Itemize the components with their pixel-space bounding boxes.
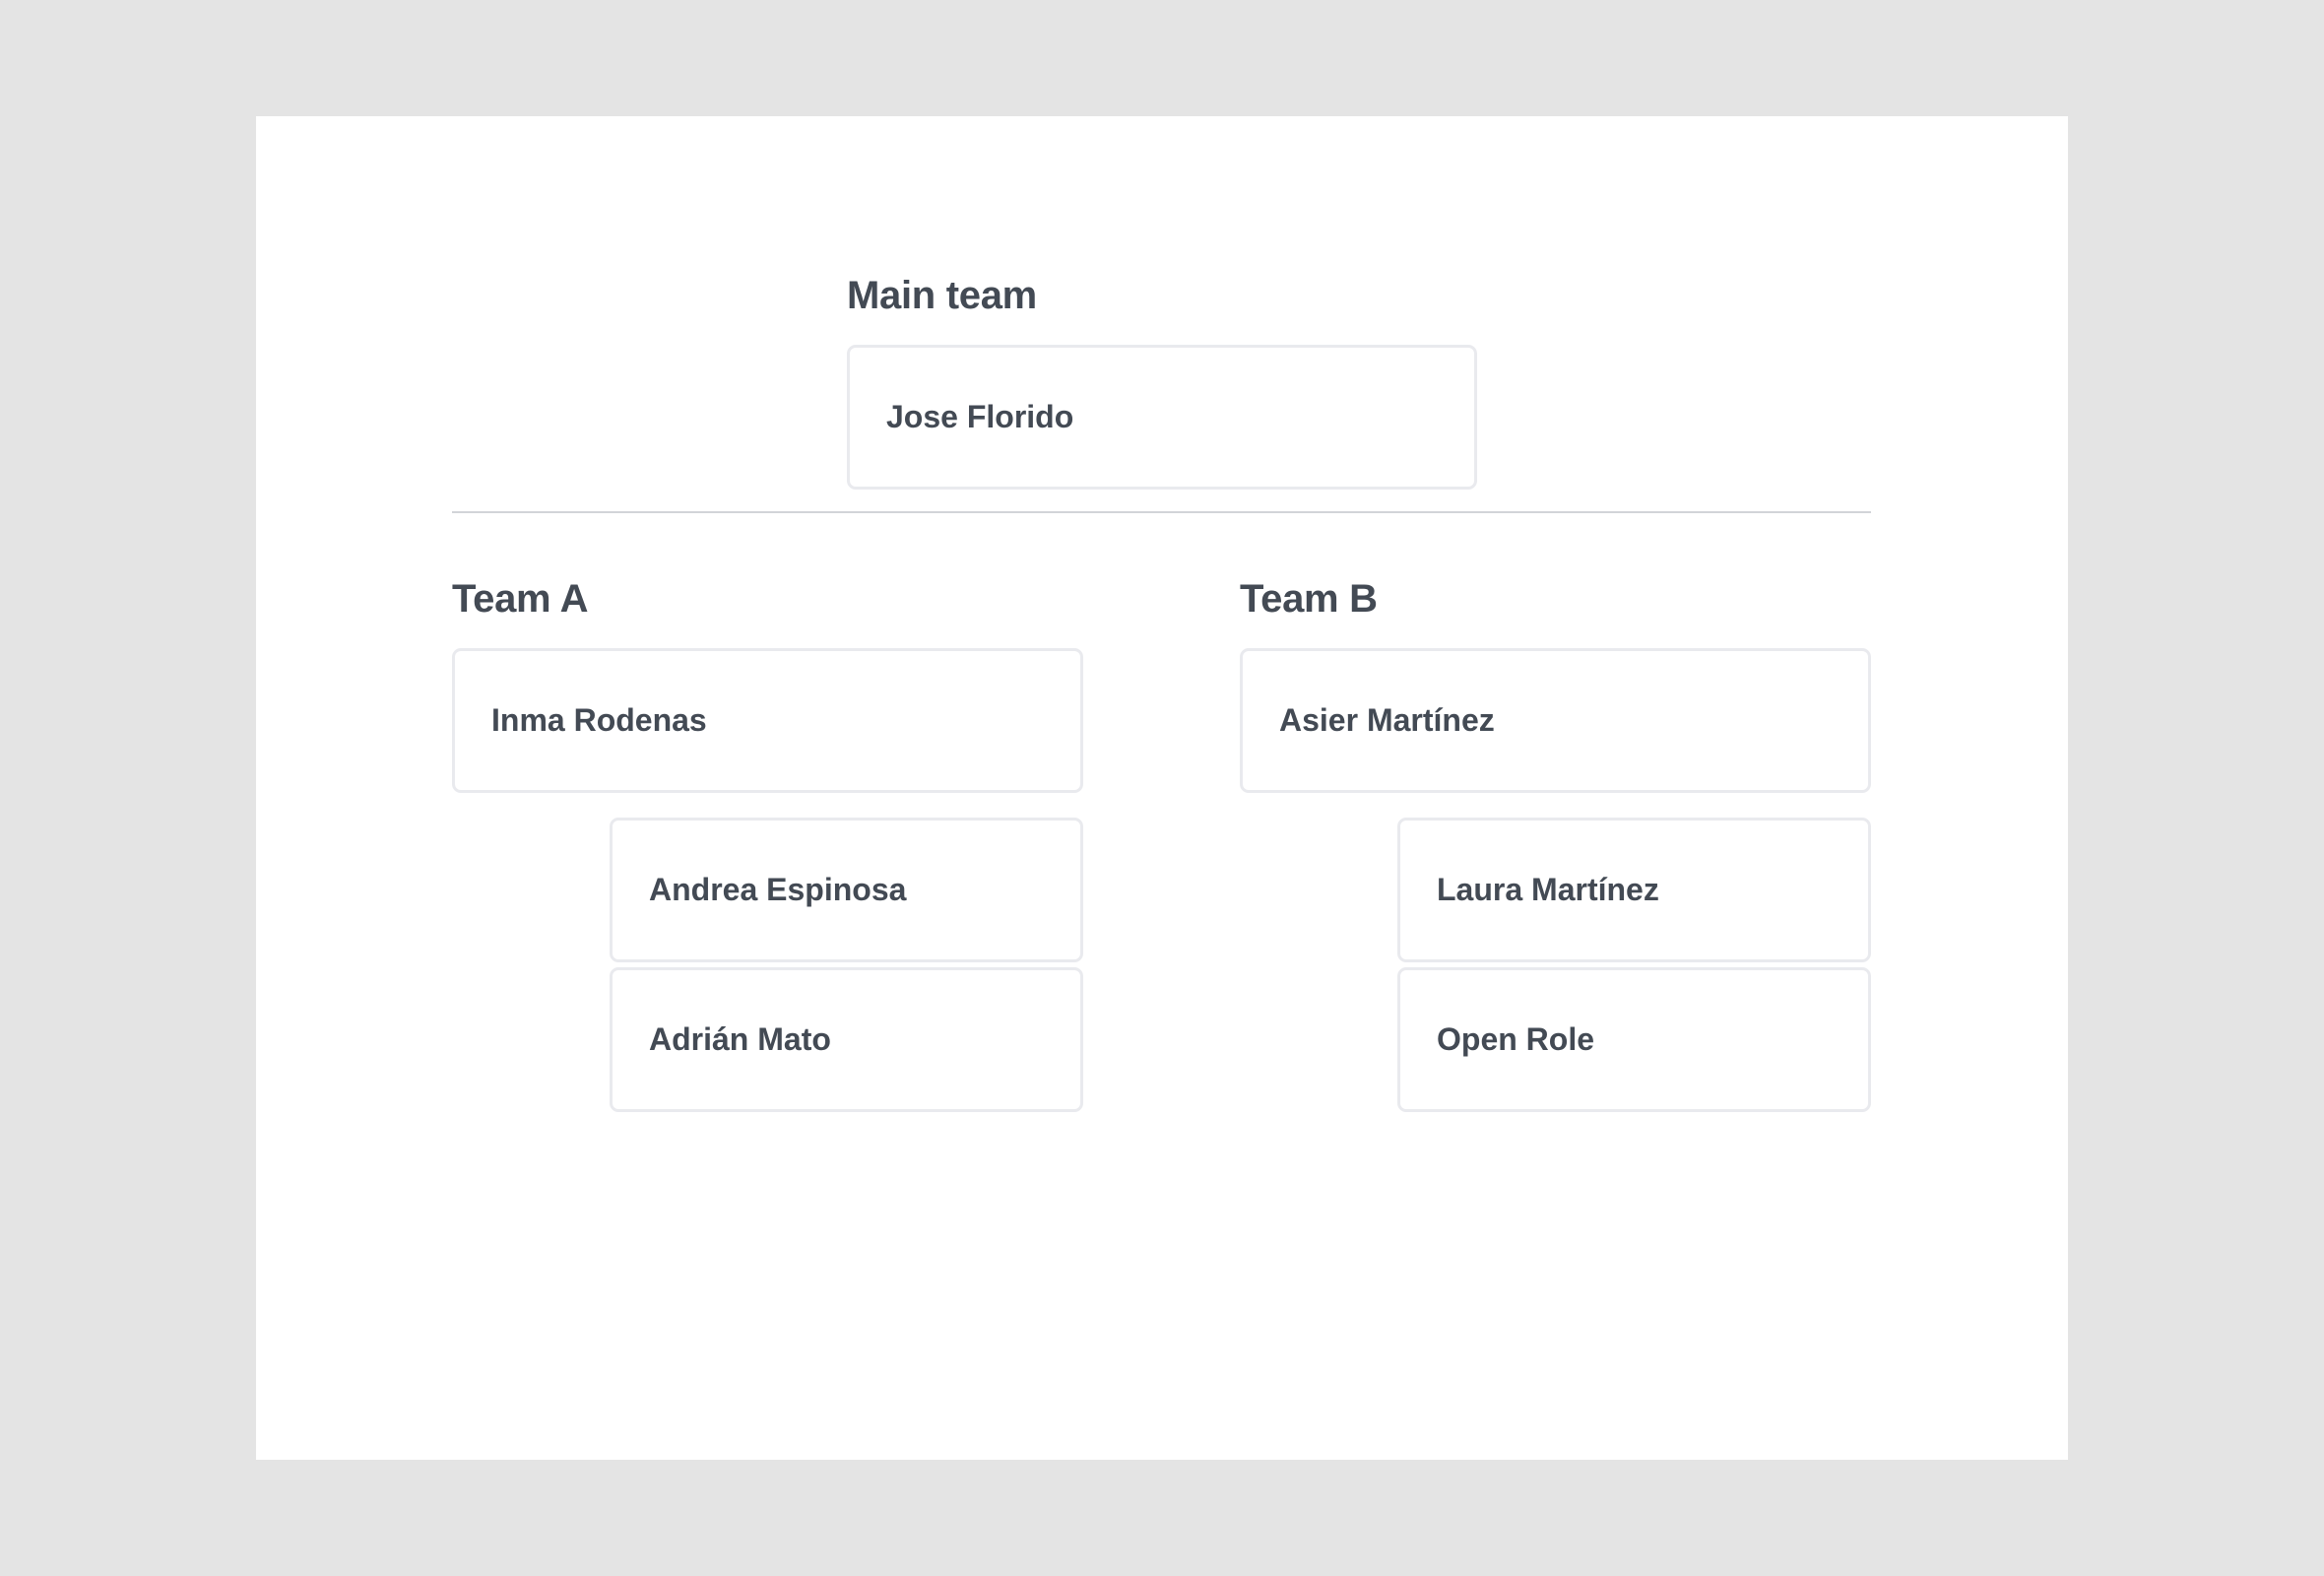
member-name: Jose Florido xyxy=(886,399,1074,434)
member-card-team-a-2[interactable]: Adrián Mato xyxy=(610,967,1083,1112)
member-name: Andrea Espinosa xyxy=(649,872,907,907)
member-name: Inma Rodenas xyxy=(491,702,707,738)
member-card-team-b-1[interactable]: Laura Martínez xyxy=(1397,818,1871,962)
member-card-team-b-lead[interactable]: Asier Martínez xyxy=(1240,648,1871,793)
main-team-heading: Main team xyxy=(847,274,1037,317)
member-name: Laura Martínez xyxy=(1437,872,1659,907)
member-card-team-a-1[interactable]: Andrea Espinosa xyxy=(610,818,1083,962)
team-a-heading: Team A xyxy=(452,577,589,621)
member-name: Adrián Mato xyxy=(649,1021,831,1057)
member-name: Open Role xyxy=(1437,1021,1595,1057)
member-card-team-b-2[interactable]: Open Role xyxy=(1397,967,1871,1112)
team-b-heading: Team B xyxy=(1240,577,1378,621)
member-name: Asier Martínez xyxy=(1279,702,1495,738)
member-card-team-a-lead[interactable]: Inma Rodenas xyxy=(452,648,1083,793)
org-chart-canvas: Main team Jose Florido Team A Inma Roden… xyxy=(256,116,2068,1460)
member-card-main-lead[interactable]: Jose Florido xyxy=(847,345,1477,490)
team-divider xyxy=(452,511,1871,513)
